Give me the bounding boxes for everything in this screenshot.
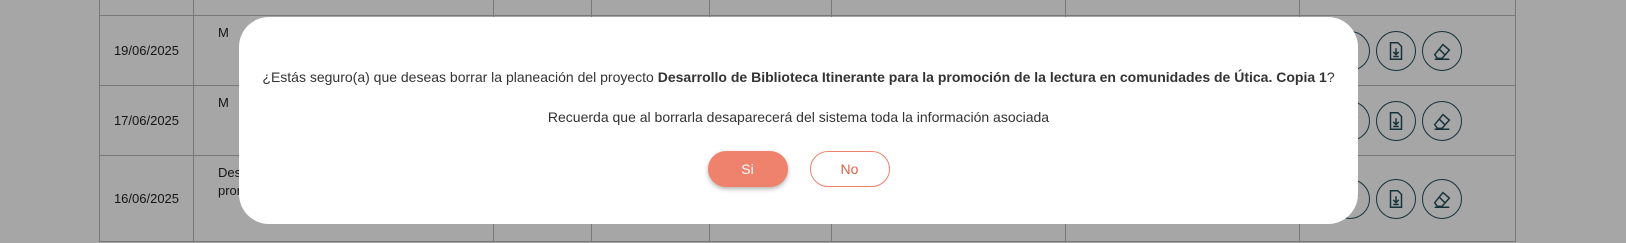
confirm-no-button[interactable]: No bbox=[809, 151, 890, 187]
confirm-yes-button[interactable]: Si bbox=[707, 151, 788, 187]
delete-confirm-dialog: ¿Estás seguro(a) que deseas borrar la pl… bbox=[239, 17, 1358, 224]
warning-message: Recuerda que al borrarla desaparecerá de… bbox=[547, 109, 1050, 125]
project-name: Desarrollo de Biblioteca Itinerante para… bbox=[657, 69, 1327, 85]
confirm-message: ¿Estás seguro(a) que deseas borrar la pl… bbox=[262, 69, 1335, 85]
dialog-actions: Si No bbox=[239, 151, 1358, 187]
